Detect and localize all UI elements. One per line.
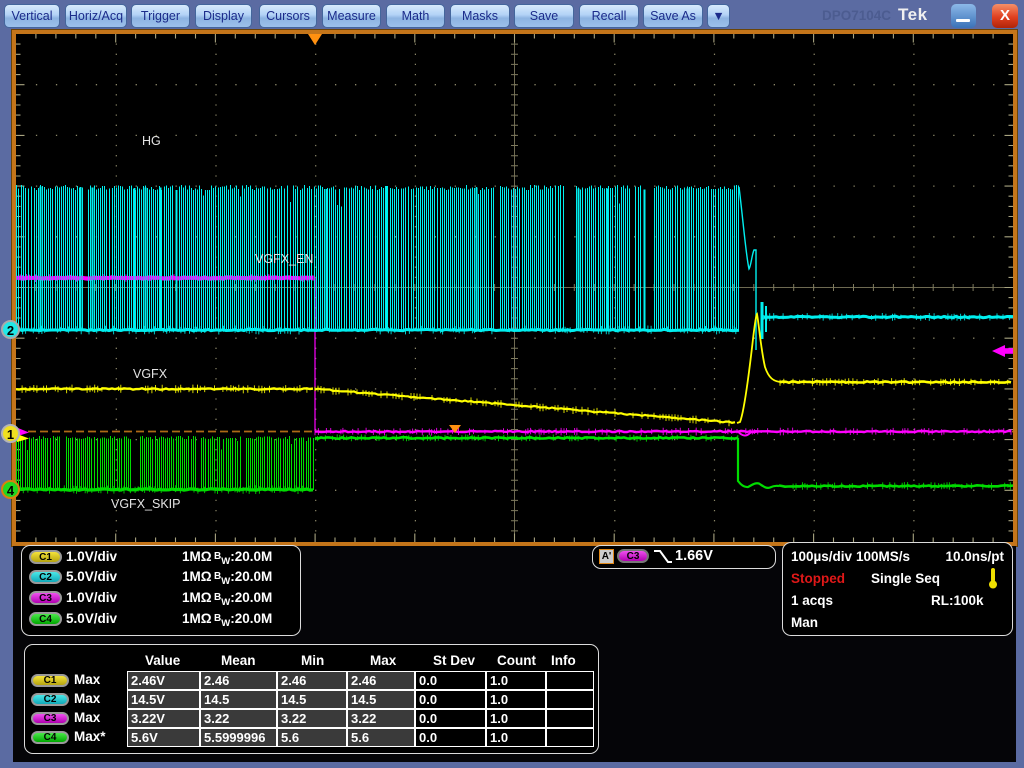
svg-text:VGFX_EN: VGFX_EN	[255, 252, 313, 266]
svg-text:HG: HG	[142, 134, 161, 148]
svg-text:VGFX: VGFX	[133, 367, 168, 381]
svg-text:VGFX_SKIP: VGFX_SKIP	[111, 497, 180, 511]
